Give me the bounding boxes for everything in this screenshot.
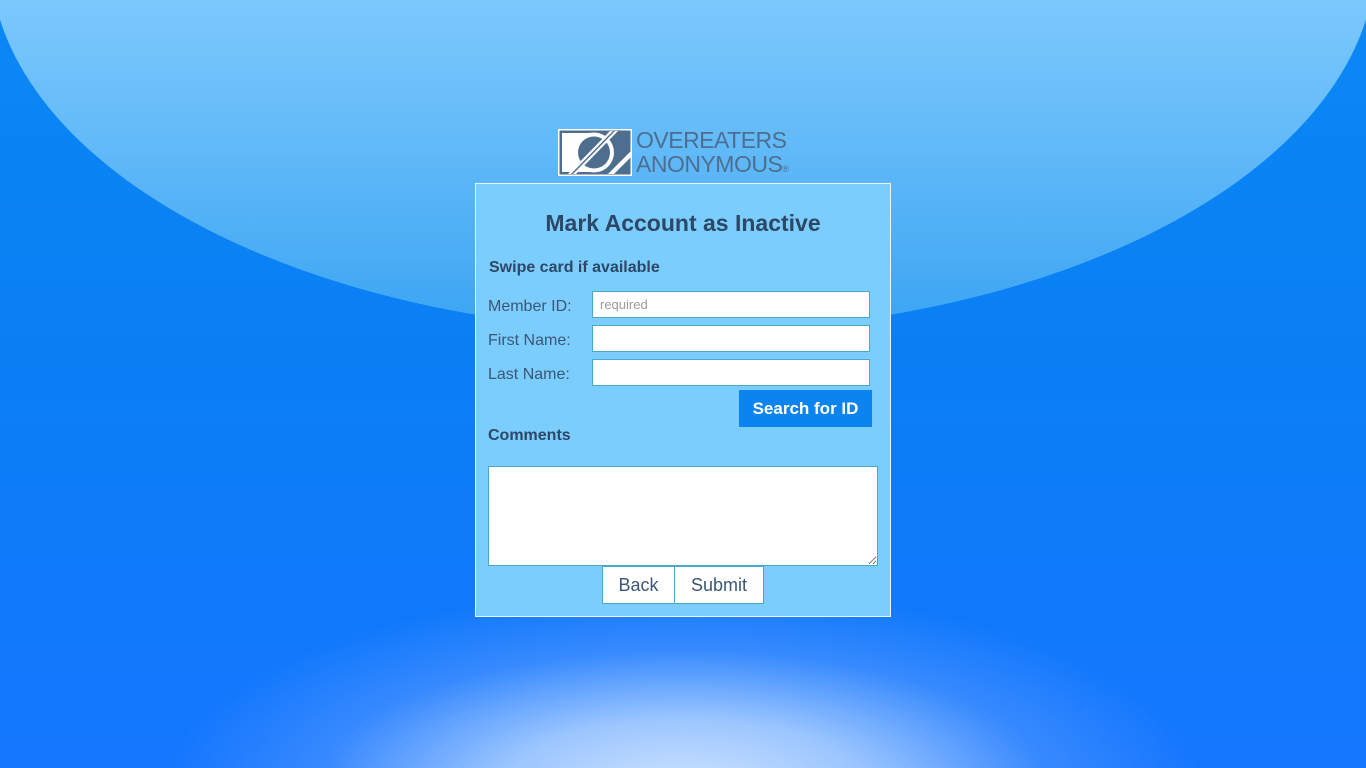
first-name-input[interactable] [592,325,870,352]
comments-label: Comments [488,427,571,444]
inactive-account-panel: Mark Account as Inactive Swipe card if a… [475,183,891,617]
submit-button[interactable]: Submit [674,566,764,604]
registered-mark: ® [782,164,789,174]
oa-logo-icon [558,129,632,176]
page-title: Mark Account as Inactive [545,210,821,236]
logo-text-overeaters: OVEREATERS [636,127,787,153]
member-id-input[interactable] [592,291,870,318]
last-name-label: Last Name: [488,366,570,383]
first-name-label: First Name: [488,332,571,349]
last-name-input[interactable] [592,359,870,386]
search-for-id-button[interactable]: Search for ID [739,390,872,427]
logo-text-anonymous-word: ANONYMOUS [636,151,783,177]
swipe-card-hint: Swipe card if available [489,259,660,276]
member-id-label: Member ID: [488,298,572,315]
comments-textarea[interactable] [488,466,878,566]
oa-logo: OVEREATERS ANONYMOUS® [558,128,810,178]
logo-text-anonymous: ANONYMOUS® [636,151,789,181]
back-button[interactable]: Back [602,566,675,604]
